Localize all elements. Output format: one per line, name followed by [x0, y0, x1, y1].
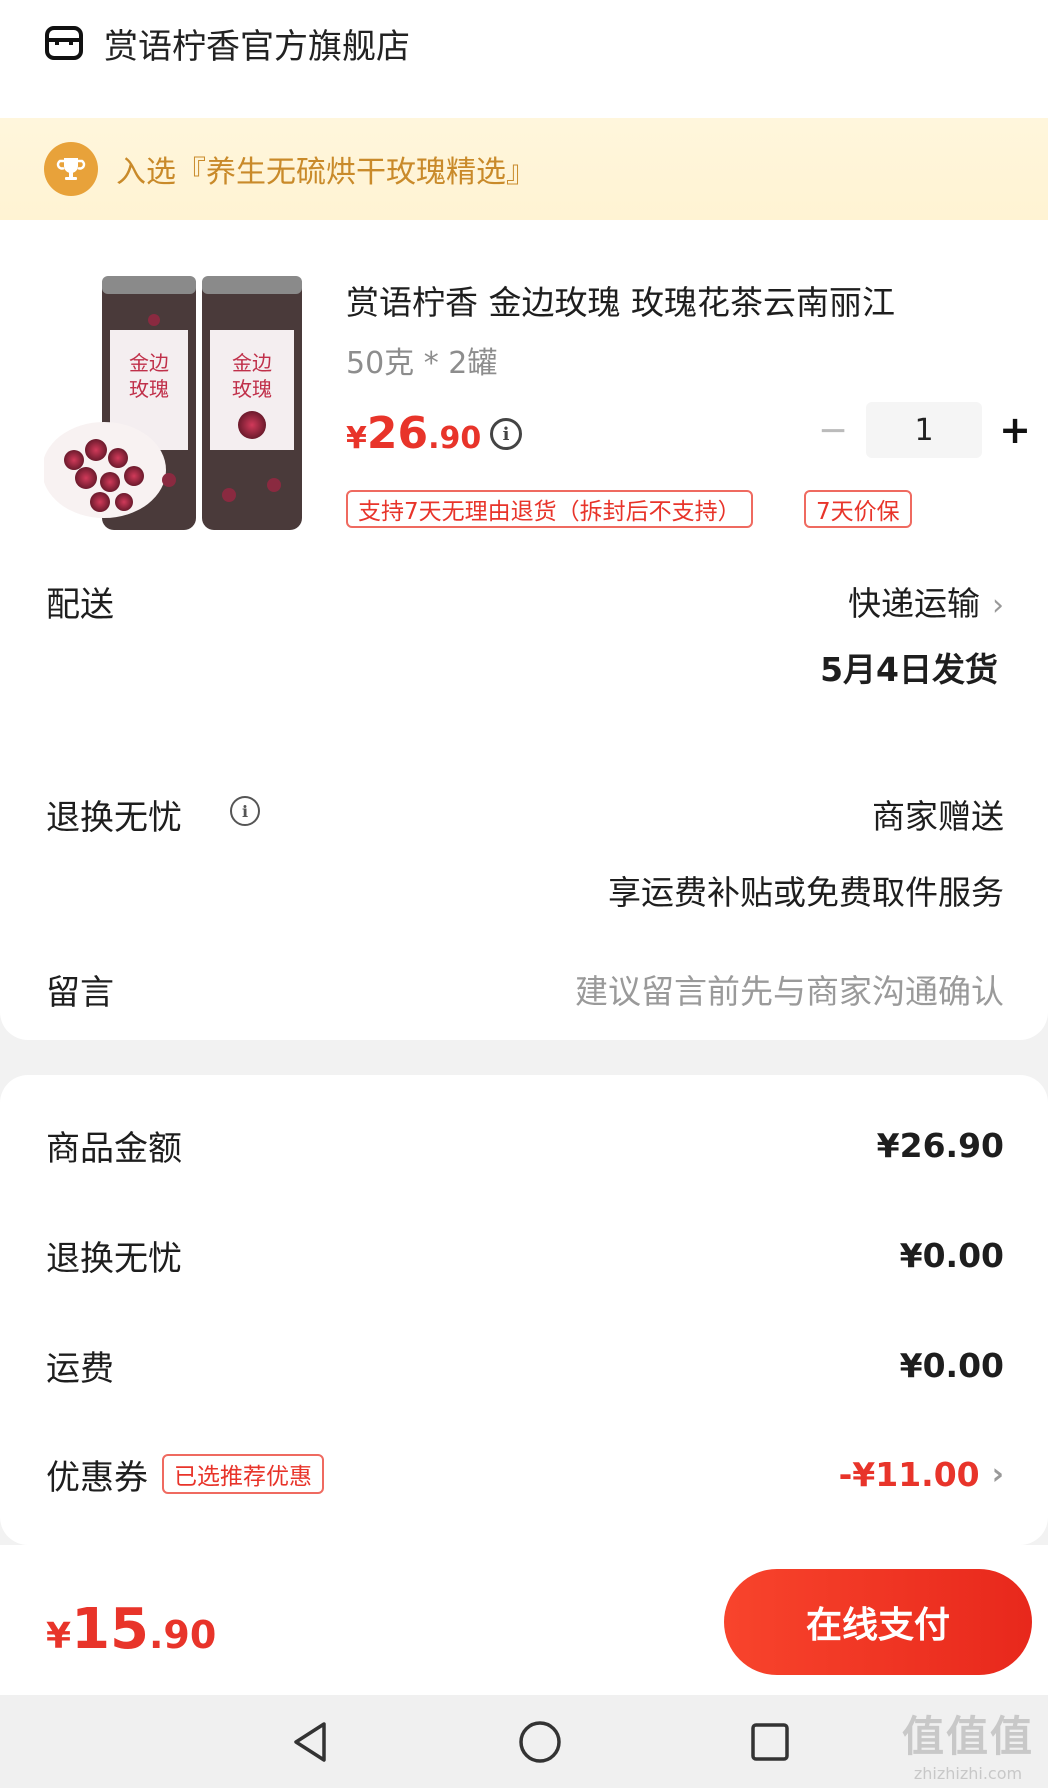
pay-online-button[interactable]: 在线支付	[724, 1569, 1032, 1675]
checkout-bar: ¥ 15 .90 在线支付	[0, 1545, 1048, 1695]
product-image[interactable]: 金边 玫瑰 金边 玫瑰	[42, 270, 314, 540]
returns-info-icon[interactable]: i	[230, 796, 260, 826]
store-name: 赏语柠香官方旗舰店	[104, 26, 410, 67]
coupon-selected-tag: 已选推荐优惠	[162, 1454, 324, 1494]
svg-text:玫瑰: 玫瑰	[129, 377, 169, 401]
watermark-url: zhizhizhi.com	[913, 1764, 1023, 1783]
store-header[interactable]: 赏语柠香官方旗舰店	[44, 18, 410, 68]
returns-value: 商家赠送	[872, 797, 1004, 836]
chevron-right-icon: ›	[992, 588, 1004, 623]
price-integer: 26	[366, 408, 429, 459]
svg-text:金边: 金边	[232, 351, 272, 375]
price-info-icon[interactable]: i	[490, 418, 522, 450]
quantity-value[interactable]: 1	[866, 402, 982, 458]
store-icon	[45, 26, 83, 60]
watermark-logo: 值值值	[901, 1712, 1034, 1761]
return-policy-tag: 支持7天无理由退货（拆封后不支持）	[346, 490, 753, 528]
svg-text:金边: 金边	[129, 351, 169, 375]
shipping-label: 运费	[46, 1348, 114, 1389]
price-protect-tag: 7天价保	[804, 490, 912, 528]
decrease-button[interactable]: −	[808, 402, 858, 458]
summary-row-returns: 退换无忧 ¥0.00	[46, 1230, 1004, 1280]
total-decimal: .90	[149, 1613, 217, 1657]
goods-value: ¥26.90	[876, 1125, 1004, 1165]
increase-button[interactable]: +	[990, 402, 1040, 458]
returns-fee-value: ¥0.00	[899, 1235, 1004, 1275]
shipping-value: ¥0.00	[899, 1345, 1004, 1385]
award-text: 入选『养生无硫烘干玫瑰精选』	[116, 155, 536, 190]
trophy-icon	[44, 142, 98, 196]
returns-desc: 享运费补贴或免费取件服务	[608, 873, 1004, 912]
watermark: 值值值 zhizhizhi.com	[902, 1703, 1034, 1783]
delivery-method-text: 快递运输	[848, 584, 980, 623]
summary-row-shipping: 运费 ¥0.00	[46, 1340, 1004, 1390]
total-integer: 15	[71, 1597, 149, 1662]
product-title[interactable]: 赏语柠香 金边玫瑰 玫瑰花茶云南丽江	[346, 276, 1014, 324]
goods-label: 商品金额	[46, 1128, 182, 1169]
order-card: 赏语柠香官方旗舰店 入选『养生无硫烘干玫瑰精选』 金边 玫瑰 金边 玫瑰 赏语柠…	[0, 0, 1048, 1040]
quantity-stepper: − 1 +	[808, 402, 1040, 458]
product-price: ¥ 26 .90	[346, 408, 481, 459]
product-spec[interactable]: 50克 * 2罐	[346, 338, 497, 382]
chevron-right-icon: ›	[991, 1456, 1004, 1492]
ship-date: 5月4日发货	[820, 650, 998, 689]
summary-row-coupon[interactable]: 优惠券 已选推荐优惠 -¥11.00 ›	[46, 1449, 1004, 1499]
returns-label: 退换无忧	[46, 798, 182, 838]
home-icon[interactable]	[515, 1717, 565, 1767]
total-currency: ¥	[46, 1616, 72, 1657]
coupon-label-group: 优惠券 已选推荐优惠	[46, 1450, 324, 1499]
message-label: 留言	[46, 973, 114, 1013]
svg-text:玫瑰: 玫瑰	[232, 377, 272, 401]
system-nav-bar: 值值值 zhizhizhi.com	[0, 1695, 1048, 1788]
summary-row-goods: 商品金额 ¥26.90	[46, 1120, 1004, 1170]
coupon-value: -¥11.00	[838, 1454, 980, 1494]
price-summary: 商品金额 ¥26.90 退换无忧 ¥0.00 运费 ¥0.00 优惠券 已选推荐…	[0, 1075, 1048, 1545]
back-icon[interactable]	[285, 1717, 335, 1767]
delivery-method[interactable]: 快递运输 ›	[848, 577, 1004, 625]
price-decimal: .90	[428, 421, 482, 456]
coupon-value-group: -¥11.00 ›	[839, 1455, 1004, 1494]
delivery-label: 配送	[46, 585, 114, 625]
coupon-label: 优惠券	[46, 1457, 148, 1498]
price-currency: ¥	[346, 421, 367, 456]
total-price: ¥ 15 .90	[46, 1597, 216, 1662]
award-banner[interactable]: 入选『养生无硫烘干玫瑰精选』	[0, 118, 1048, 220]
recents-icon[interactable]	[745, 1717, 795, 1767]
returns-fee-label: 退换无忧	[46, 1238, 182, 1279]
message-input[interactable]: 建议留言前先与商家沟通确认	[575, 965, 1004, 1013]
